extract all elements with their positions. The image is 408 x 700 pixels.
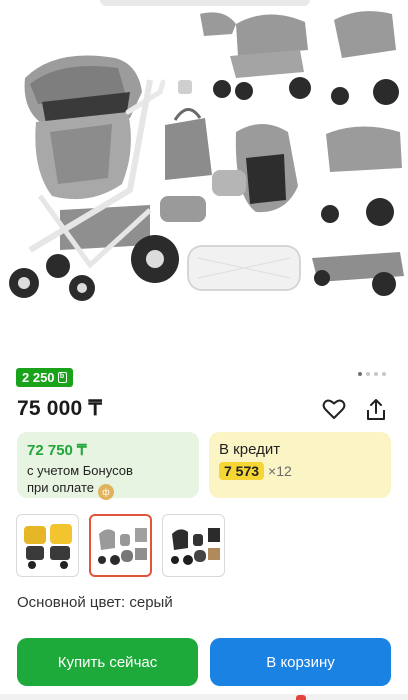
favorite-button[interactable]: [320, 395, 348, 423]
gallery-dot-1[interactable]: [358, 372, 362, 376]
main-stroller-illustration: [9, 55, 179, 301]
nav-indicator-icon: [296, 695, 306, 700]
heart-icon: [322, 399, 346, 419]
thumb-yellow-stroller[interactable]: [16, 514, 79, 577]
gallery-dot-4[interactable]: [382, 372, 386, 376]
bottom-nav-fragment: [0, 694, 408, 700]
bonus-badge: 2 250 b: [16, 368, 73, 387]
bonus-coin-icon: ф: [97, 484, 114, 500]
share-icon: [367, 399, 385, 420]
gallery-dot-2[interactable]: [366, 372, 370, 376]
grey-stroller-set-image: [97, 527, 147, 565]
black-stroller-set-image: [170, 527, 220, 565]
yellow-stroller-image: [23, 523, 72, 569]
bonus-price-note: с учетом Бонусов при оплате ф: [27, 462, 189, 500]
bonus-b-icon: b: [57, 372, 67, 383]
main-color-label: Основной цвет: серый: [17, 594, 173, 611]
credit-card[interactable]: В кредит 7 573 ×12: [209, 432, 391, 498]
add-to-cart-button[interactable]: В корзину: [210, 638, 391, 686]
product-image-gallery[interactable]: [0, 0, 408, 336]
accessories-illustration: [160, 80, 301, 291]
thumb-black-stroller-set[interactable]: [162, 514, 225, 577]
variant-thumbnails: [16, 514, 225, 577]
product-price: 75 000 ₸: [17, 397, 103, 420]
thumb-grey-stroller-set[interactable]: [89, 514, 152, 577]
buy-now-button[interactable]: Купить сейчас: [17, 638, 198, 686]
gallery-pagination[interactable]: [358, 372, 386, 376]
credit-months: ×12: [268, 463, 292, 479]
bonus-price-amount: 72 750 ₸: [27, 442, 87, 459]
credit-monthly-amount: 7 573: [219, 462, 265, 480]
bonus-badge-value: 2 250: [22, 370, 55, 385]
top-bar-fragment: [100, 0, 310, 6]
bonus-price-card[interactable]: 72 750 ₸ с учетом Бонусов при оплате ф: [17, 432, 199, 500]
credit-title: В кредит: [219, 441, 281, 458]
product-photo-stroller-set: [9, 11, 404, 301]
share-button[interactable]: [362, 396, 390, 424]
gallery-dot-3[interactable]: [374, 372, 378, 376]
bonus-note-line-1: с учетом Бонусов: [27, 463, 133, 478]
bonus-note-line-2: при оплате ф: [27, 479, 189, 500]
credit-installment: 7 573 ×12: [219, 462, 381, 480]
